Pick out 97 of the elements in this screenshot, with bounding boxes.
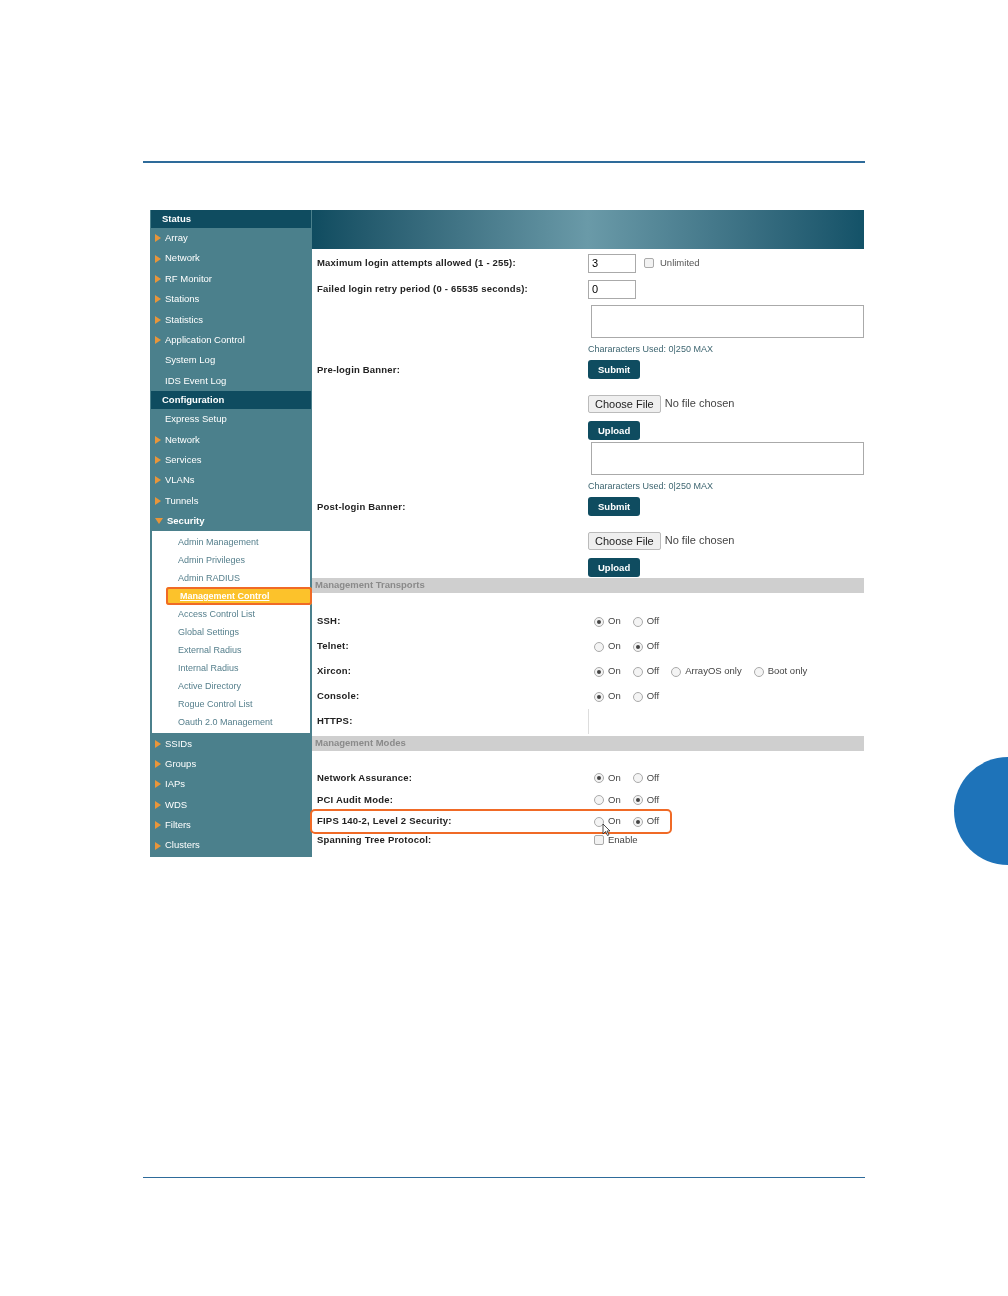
sidebar-item[interactable]: Security	[150, 511, 312, 532]
submenu-item[interactable]: Admin RADIUS	[152, 569, 310, 588]
radio-label: On	[608, 792, 621, 807]
sidebar-item[interactable]: Array	[150, 228, 312, 249]
sidebar-item[interactable]: Application Control	[150, 329, 312, 351]
sidebar-item[interactable]: Filters	[150, 815, 312, 836]
sidebar-item[interactable]: WDS	[150, 794, 312, 816]
sidebar-heading: Status	[151, 210, 311, 228]
file-status: No file chosen	[664, 396, 735, 412]
choose-file-button[interactable]: Choose File	[588, 394, 661, 413]
radio-label: ArrayOS only	[685, 664, 742, 679]
sidebar-item[interactable]: IDS Event Log	[150, 370, 312, 392]
radio-label: On	[608, 664, 621, 679]
number-field[interactable]: 0	[588, 279, 636, 299]
submit-button[interactable]: Submit	[588, 360, 641, 380]
field-label: Post-login Banner:	[317, 501, 406, 513]
radio-label: On	[608, 814, 621, 829]
radio-button[interactable]	[632, 691, 643, 702]
submenu-item[interactable]: Access Control List	[152, 605, 310, 624]
sidebar-item[interactable]: IAPs	[150, 774, 312, 795]
radio-label: Off	[646, 689, 660, 704]
banner-text-area[interactable]	[591, 441, 864, 475]
sidebar-item[interactable]: VLANs	[150, 470, 312, 491]
radio-label: On	[608, 639, 621, 654]
sidebar-item[interactable]: Network	[150, 248, 312, 269]
submenu-item[interactable]: Oauth 2.0 Management	[152, 713, 310, 732]
field-label: Xircon:	[317, 665, 352, 677]
field-label: Network Assurance:	[317, 771, 413, 783]
field-label: SSH:	[317, 615, 341, 627]
checkbox[interactable]	[594, 835, 604, 845]
field-label: Pre-login Banner:	[317, 364, 401, 376]
file-status: No file chosen	[664, 533, 735, 549]
submit-button[interactable]: Submit	[588, 497, 641, 517]
field-label: Spanning Tree Protocol:	[317, 833, 432, 845]
checkbox-label: Unlimited	[660, 255, 700, 270]
radio-button[interactable]	[632, 616, 643, 627]
mouse-pointer-icon	[602, 823, 611, 837]
radio-button[interactable]	[632, 773, 643, 783]
field-label: Maximum login attempts allowed (1 - 255):	[317, 256, 516, 268]
number-field[interactable]: 3	[588, 253, 636, 273]
character-counter: Chararacters Used: 0|250 MAX	[588, 480, 713, 492]
radio-label: Off	[646, 664, 660, 679]
radio-button[interactable]	[594, 666, 604, 677]
field-label: FIPS 140-2, Level 2 Security:	[317, 815, 452, 827]
radio-label: Off	[646, 614, 660, 629]
sidebar-item[interactable]: Clusters	[150, 835, 312, 856]
checkbox[interactable]	[644, 258, 654, 268]
radio-label: Off	[646, 814, 660, 829]
submenu-item[interactable]: Rogue Control List	[152, 695, 310, 714]
radio-label: Off	[646, 639, 660, 654]
section-header: Management Modes	[312, 736, 864, 751]
banner-text-area[interactable]	[591, 304, 864, 338]
radio-button[interactable]	[632, 641, 643, 652]
radio-label: On	[608, 614, 621, 629]
radio-button[interactable]	[594, 795, 604, 805]
submenu-item[interactable]: Internal Radius	[152, 659, 310, 678]
sidebar-item[interactable]: Stations	[150, 289, 312, 310]
radio-label: Boot only	[767, 664, 808, 679]
sidebar-item[interactable]: System Log	[150, 350, 312, 371]
field-label: HTTPS:	[317, 715, 353, 727]
sidebar-item[interactable]: Groups	[150, 753, 312, 775]
sidebar-heading: Configuration	[151, 391, 311, 410]
submenu-item[interactable]: Global Settings	[152, 623, 310, 642]
checkbox-label: Enable	[608, 832, 638, 847]
field-label: Console:	[317, 690, 360, 702]
field-label: PCI Audit Mode:	[317, 793, 393, 805]
sidebar-item[interactable]: RF Monitor	[150, 268, 312, 290]
radio-label: On	[608, 770, 621, 785]
submenu-item[interactable]: Active Directory	[152, 677, 310, 696]
radio-button[interactable]	[671, 666, 682, 677]
sidebar-item[interactable]: Services	[150, 449, 312, 471]
radio-label: Off	[646, 770, 660, 785]
radio-button[interactable]	[594, 691, 604, 702]
radio-button[interactable]	[594, 641, 604, 652]
sidebar-item[interactable]: SSIDs	[150, 733, 312, 754]
radio-label: Off	[646, 792, 660, 807]
radio-button[interactable]	[594, 616, 604, 627]
field-label: Failed login retry period (0 - 65535 seconds):	[317, 282, 528, 294]
sidebar-item[interactable]: Network	[150, 429, 312, 450]
upload-button[interactable]: Upload	[588, 421, 641, 441]
radio-button[interactable]	[632, 816, 643, 827]
submenu-item[interactable]: Admin Privileges	[152, 551, 310, 570]
radio-button[interactable]	[632, 666, 643, 677]
section-header: Management Transports	[312, 578, 864, 593]
radio-button[interactable]	[594, 773, 604, 783]
submenu-item[interactable]: External Radius	[152, 641, 310, 660]
choose-file-button[interactable]: Choose File	[588, 531, 661, 550]
submenu-item[interactable]: Admin Management	[152, 533, 310, 552]
sidebar-item[interactable]: Statistics	[150, 309, 312, 330]
sidebar-item[interactable]: Tunnels	[150, 490, 312, 512]
radio-button[interactable]	[753, 666, 764, 677]
sidebar-item[interactable]: Express Setup	[150, 409, 312, 430]
radio-button[interactable]	[632, 795, 643, 805]
upload-button[interactable]: Upload	[588, 558, 641, 578]
field-label: Telnet:	[317, 640, 349, 652]
radio-label: On	[608, 689, 621, 704]
character-counter: Chararacters Used: 0|250 MAX	[588, 343, 713, 355]
